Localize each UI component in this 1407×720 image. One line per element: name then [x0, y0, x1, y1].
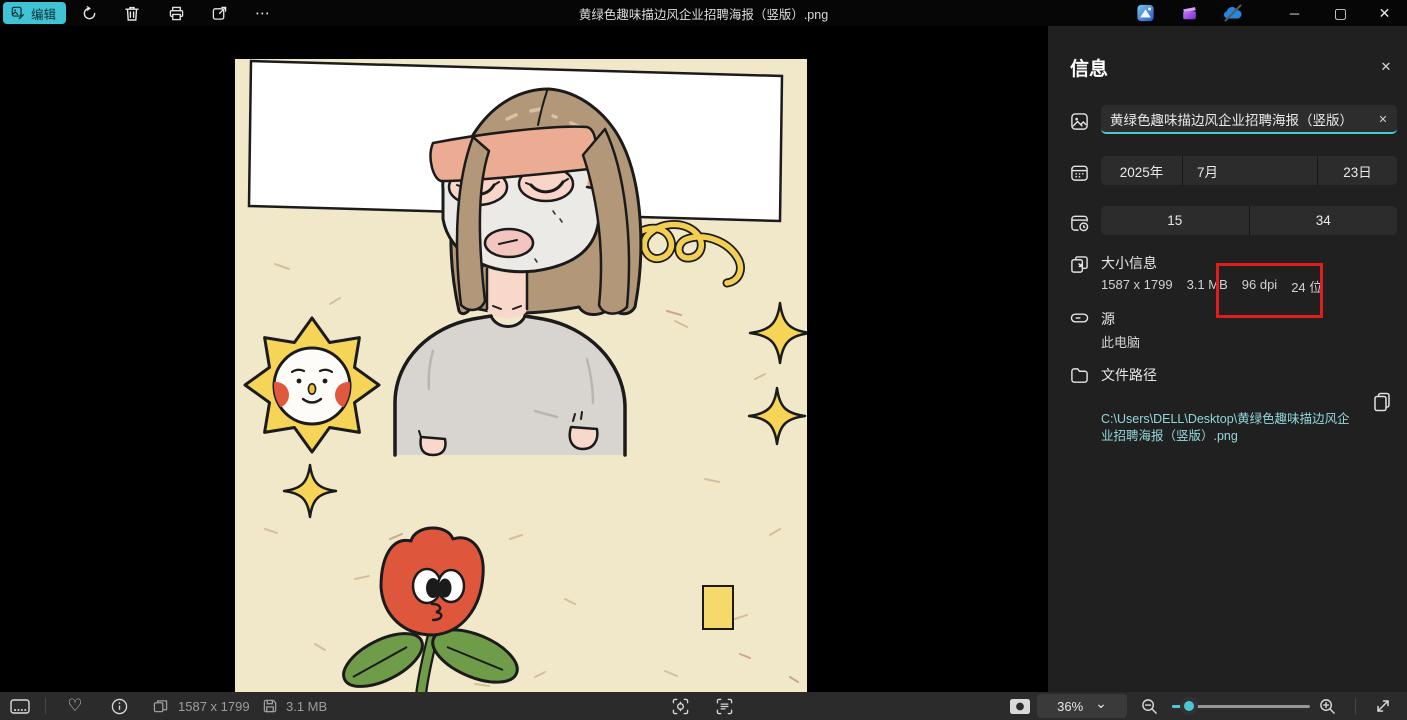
minimize-button[interactable]: ─: [1272, 0, 1317, 26]
statusbar: ♡ 1587 x 1799 3.1 MB: [0, 692, 1407, 720]
size-info-icon: [1070, 255, 1089, 274]
close-button[interactable]: ✕: [1362, 0, 1407, 26]
calendar-icon: [1070, 163, 1089, 182]
visual-search-icon[interactable]: [664, 692, 696, 720]
zoom-level-dropdown[interactable]: 36% ⌄: [1037, 694, 1127, 718]
zoom-slider-thumb[interactable]: [1180, 697, 1198, 715]
filmstrip-icon[interactable]: [4, 692, 36, 720]
time-picker: 15 34: [1101, 206, 1397, 235]
photo-canvas: [235, 59, 807, 709]
clipchamp-app-icon[interactable]: [1180, 4, 1199, 22]
file-size-icon: [258, 692, 282, 720]
print-icon[interactable]: [161, 0, 191, 26]
filename-input-wrap: ✕: [1101, 105, 1397, 134]
favorite-heart-icon[interactable]: ♡: [60, 692, 90, 720]
bit-depth-value: 24 位: [1291, 277, 1322, 296]
filename-input[interactable]: [1101, 105, 1397, 132]
sun-character: [245, 318, 379, 452]
edit-button[interactable]: 编辑: [3, 2, 66, 24]
more-options-icon[interactable]: ⋯: [248, 0, 278, 26]
window-title: 黄绿色趣味描边风企业招聘海报（竖版）.png: [579, 0, 828, 26]
info-toggle-icon[interactable]: [104, 692, 134, 720]
image-file-icon: [1070, 112, 1089, 131]
chevron-down-icon: ⌄: [1095, 695, 1107, 712]
time-minute-field[interactable]: 34: [1250, 206, 1398, 235]
date-month-field[interactable]: 7月: [1183, 156, 1317, 185]
info-panel: 信息 ✕ ✕ 2025年 7月 23日 15: [1048, 26, 1407, 692]
fullscreen-icon[interactable]: [1366, 692, 1400, 720]
size-section-label: 大小信息: [1101, 253, 1157, 273]
statusbar-dimensions: 1587 x 1799: [178, 692, 250, 720]
zoom-slider[interactable]: [1172, 692, 1310, 720]
zoom-level-value: 36%: [1057, 699, 1083, 714]
photos-app-window: 编辑 ⋯ 黄绿色趣味描边风企业招聘海报（竖版）.png: [0, 0, 1407, 720]
file-path-link[interactable]: C:\Users\DELL\Desktop\黄绿色趣味描边风企业招聘海报（竖版）…: [1101, 411, 1353, 445]
rotate-icon[interactable]: [74, 0, 104, 26]
source-link-icon: [1070, 310, 1089, 326]
delete-icon[interactable]: [117, 0, 147, 26]
statusbar-file-size: 3.1 MB: [286, 692, 327, 720]
maximize-button[interactable]: ▢: [1318, 0, 1363, 26]
share-icon[interactable]: [204, 0, 234, 26]
date-day-field[interactable]: 23日: [1318, 156, 1397, 185]
filename-clear-icon[interactable]: ✕: [1375, 111, 1391, 127]
info-panel-close-icon[interactable]: ✕: [1375, 56, 1397, 78]
onedrive-disconnected-icon[interactable]: [1222, 4, 1244, 22]
yellow-rectangle: [703, 586, 733, 629]
time-icon: [1070, 213, 1089, 232]
copy-path-icon[interactable]: [1373, 392, 1395, 416]
date-picker: 2025年 7月 23日: [1101, 156, 1397, 185]
designer-app-icon[interactable]: [1136, 4, 1155, 22]
image-dimensions-value: 1587 x 1799: [1101, 277, 1173, 296]
date-year-field[interactable]: 2025年: [1101, 156, 1182, 185]
edit-button-label: 编辑: [31, 4, 56, 23]
actual-size-icon[interactable]: [1004, 692, 1036, 720]
titlebar: 编辑 ⋯ 黄绿色趣味描边风企业招聘海报（竖版）.png: [0, 0, 1407, 26]
size-section-values: 1587 x 1799 3.1 MB 96 dpi 24 位: [1101, 277, 1322, 296]
folder-icon: [1070, 366, 1089, 385]
file-size-value: 3.1 MB: [1187, 277, 1228, 296]
path-section-label: 文件路径: [1101, 365, 1157, 385]
image-viewer-area[interactable]: [0, 26, 1048, 692]
dimensions-icon: [148, 692, 172, 720]
edit-image-icon: [11, 6, 25, 20]
dpi-value: 96 dpi: [1242, 277, 1277, 296]
info-panel-title: 信息: [1070, 54, 1108, 81]
time-hour-field[interactable]: 15: [1101, 206, 1249, 235]
zoom-out-icon[interactable]: [1134, 692, 1164, 720]
zoom-in-icon[interactable]: [1312, 692, 1342, 720]
poster-illustration: [235, 59, 807, 709]
source-value: 此电脑: [1101, 332, 1140, 351]
source-section-label: 源: [1101, 309, 1115, 329]
text-extract-icon[interactable]: [708, 692, 740, 720]
